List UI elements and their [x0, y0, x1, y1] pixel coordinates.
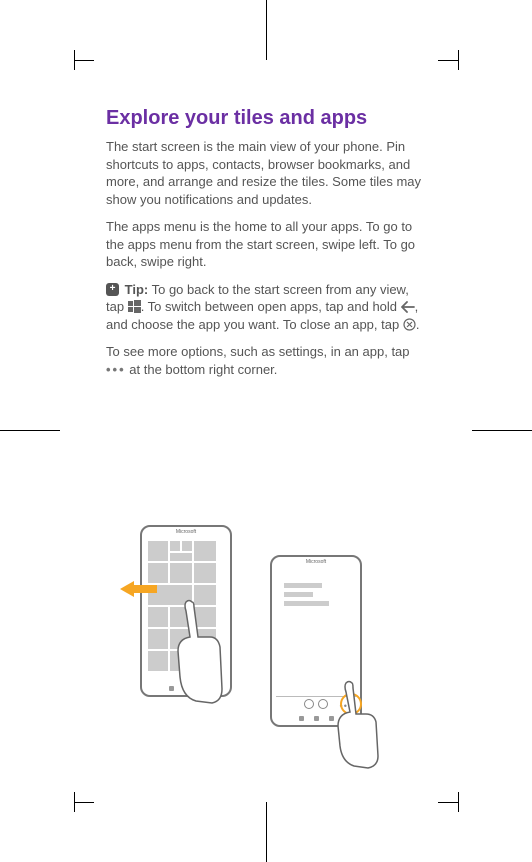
- illustration: Microsoft Microsoft: [140, 525, 400, 765]
- tip-text-2: . To switch between open apps, tap and h…: [141, 299, 401, 314]
- back-arrow-icon: [401, 301, 415, 313]
- tip-text-4: .: [416, 317, 420, 332]
- page-title: Explore your tiles and apps: [106, 106, 426, 130]
- phone-brand-1: Microsoft: [142, 527, 230, 537]
- close-circle-icon: [403, 318, 416, 331]
- tip-label: Tip:: [125, 282, 149, 297]
- paragraph-apps-menu: The apps menu is the home to all your ap…: [106, 218, 426, 271]
- swipe-left-arrow-icon: [120, 581, 134, 597]
- tip-icon: [106, 283, 119, 296]
- more-text-2: at the bottom right corner.: [126, 362, 278, 377]
- page-content: Explore your tiles and apps The start sc…: [106, 106, 426, 389]
- paragraph-more-options: To see more options, such as settings, i…: [106, 343, 426, 378]
- more-text-1: To see more options, such as settings, i…: [106, 344, 410, 359]
- hand-icon-2: [332, 680, 387, 775]
- hand-icon-1: [172, 597, 232, 712]
- tip-paragraph: Tip: To go back to the start screen from…: [106, 281, 426, 334]
- windows-icon: [128, 300, 141, 313]
- phone-brand-2: Microsoft: [272, 557, 360, 567]
- phone-start-screen: Microsoft: [140, 525, 232, 697]
- more-dots-icon: •••: [106, 361, 126, 379]
- paragraph-start-screen: The start screen is the main view of you…: [106, 138, 426, 208]
